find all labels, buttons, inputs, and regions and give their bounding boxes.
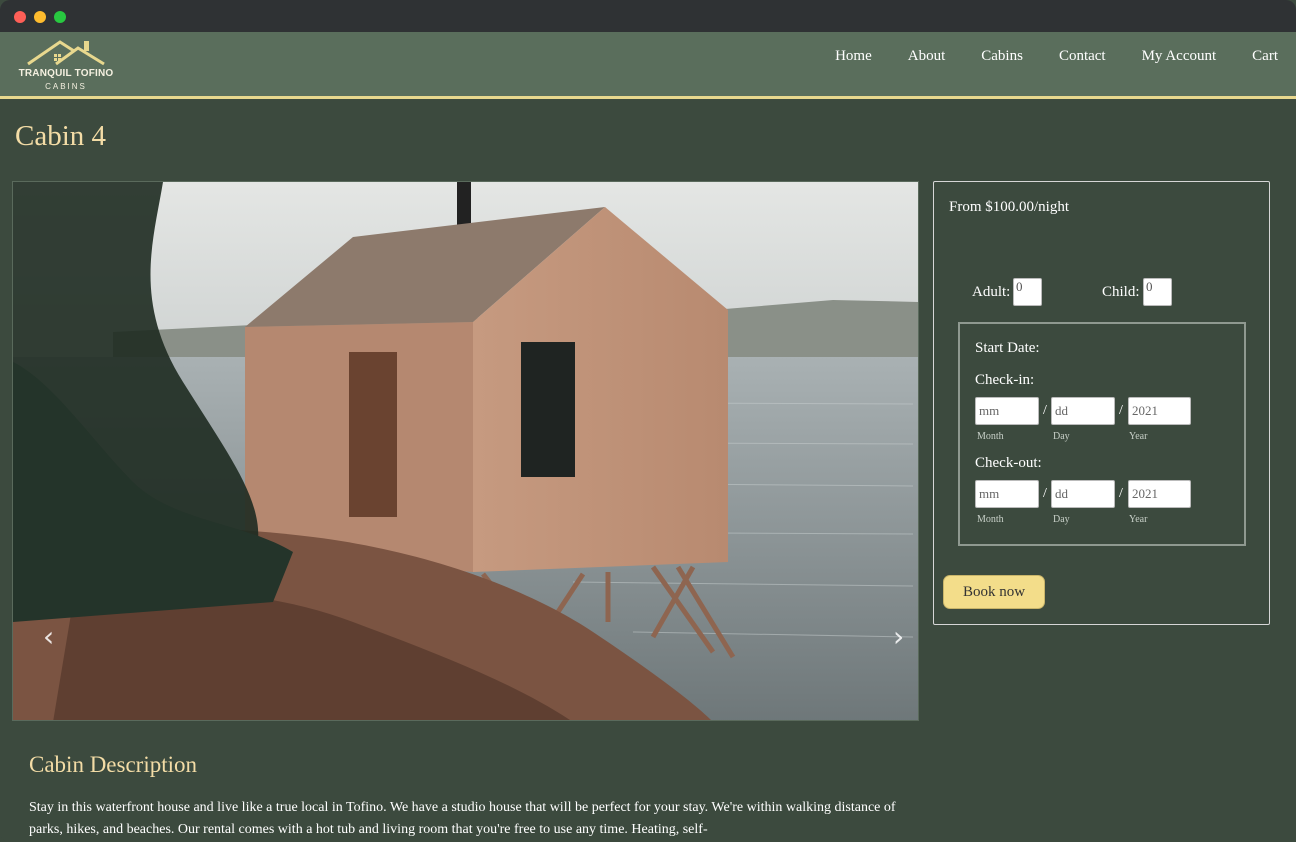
house-roof-logo-icon bbox=[27, 40, 105, 66]
date-separator: / bbox=[1043, 486, 1047, 501]
minimize-window-button[interactable] bbox=[34, 11, 46, 23]
checkout-day-input[interactable]: dd bbox=[1051, 480, 1115, 508]
adult-label: Adult: bbox=[972, 284, 1011, 300]
maximize-window-button[interactable] bbox=[54, 11, 66, 23]
checkout-month-input[interactable]: mm bbox=[975, 480, 1039, 508]
checkout-year-input[interactable]: 2021 bbox=[1128, 480, 1191, 508]
book-now-button[interactable]: Book now bbox=[943, 575, 1045, 609]
window-titlebar bbox=[0, 0, 1296, 32]
date-selection-box: Start Date: Check-in: mm / dd / 2021 Mon… bbox=[958, 322, 1246, 546]
cabin-photo bbox=[13, 182, 918, 720]
header-divider bbox=[0, 96, 1296, 99]
brand-logo[interactable]: TRANQUIL TOFINO CABINS bbox=[14, 38, 118, 92]
child-count-input[interactable]: 0 bbox=[1143, 278, 1172, 306]
nav-cabins-link[interactable]: Cabins bbox=[981, 48, 1023, 65]
description-heading: Cabin Description bbox=[29, 752, 197, 777]
nav-my-account-link[interactable]: My Account bbox=[1142, 48, 1217, 65]
nav-about-link[interactable]: About bbox=[908, 48, 946, 65]
browser-window: TRANQUIL TOFINO CABINS Home About Cabins… bbox=[0, 0, 1296, 842]
date-separator: / bbox=[1043, 403, 1047, 418]
brand-name: TRANQUIL TOFINO bbox=[18, 68, 114, 79]
day-hint: Day bbox=[1053, 514, 1070, 525]
nightly-price: From $100.00/night bbox=[949, 199, 1070, 215]
close-window-button[interactable] bbox=[14, 11, 26, 23]
day-hint: Day bbox=[1053, 431, 1070, 442]
carousel-prev-button[interactable]: ‹ bbox=[43, 620, 54, 653]
nav-home-link[interactable]: Home bbox=[835, 48, 872, 65]
checkout-label: Check-out: bbox=[975, 455, 1042, 471]
date-separator: / bbox=[1119, 403, 1123, 418]
brand-subtitle: CABINS bbox=[45, 82, 87, 91]
year-hint: Year bbox=[1129, 431, 1148, 442]
checkin-day-input[interactable]: dd bbox=[1051, 397, 1115, 425]
date-separator: / bbox=[1119, 486, 1123, 501]
carousel-next-button[interactable]: › bbox=[893, 620, 904, 653]
year-hint: Year bbox=[1129, 514, 1148, 525]
child-label: Child: bbox=[1102, 284, 1140, 300]
description-text: Stay in this waterfront house and live l… bbox=[29, 800, 896, 837]
booking-panel: From $100.00/night Adult: 0 Child: 0 Sta… bbox=[933, 181, 1270, 625]
nav-cart-link[interactable]: Cart bbox=[1252, 48, 1278, 65]
month-hint: Month bbox=[977, 514, 1004, 525]
main-nav: Home About Cabins Contact My Account Car… bbox=[835, 48, 1278, 65]
adult-count-input[interactable]: 0 bbox=[1013, 278, 1042, 306]
cabin-image-carousel[interactable]: ‹ › bbox=[12, 181, 919, 721]
page-title: Cabin 4 bbox=[15, 120, 107, 152]
checkin-month-input[interactable]: mm bbox=[975, 397, 1039, 425]
checkin-year-input[interactable]: 2021 bbox=[1128, 397, 1191, 425]
month-hint: Month bbox=[977, 431, 1004, 442]
nav-contact-link[interactable]: Contact bbox=[1059, 48, 1106, 65]
start-date-label: Start Date: bbox=[975, 340, 1040, 356]
checkin-label: Check-in: bbox=[975, 372, 1035, 388]
